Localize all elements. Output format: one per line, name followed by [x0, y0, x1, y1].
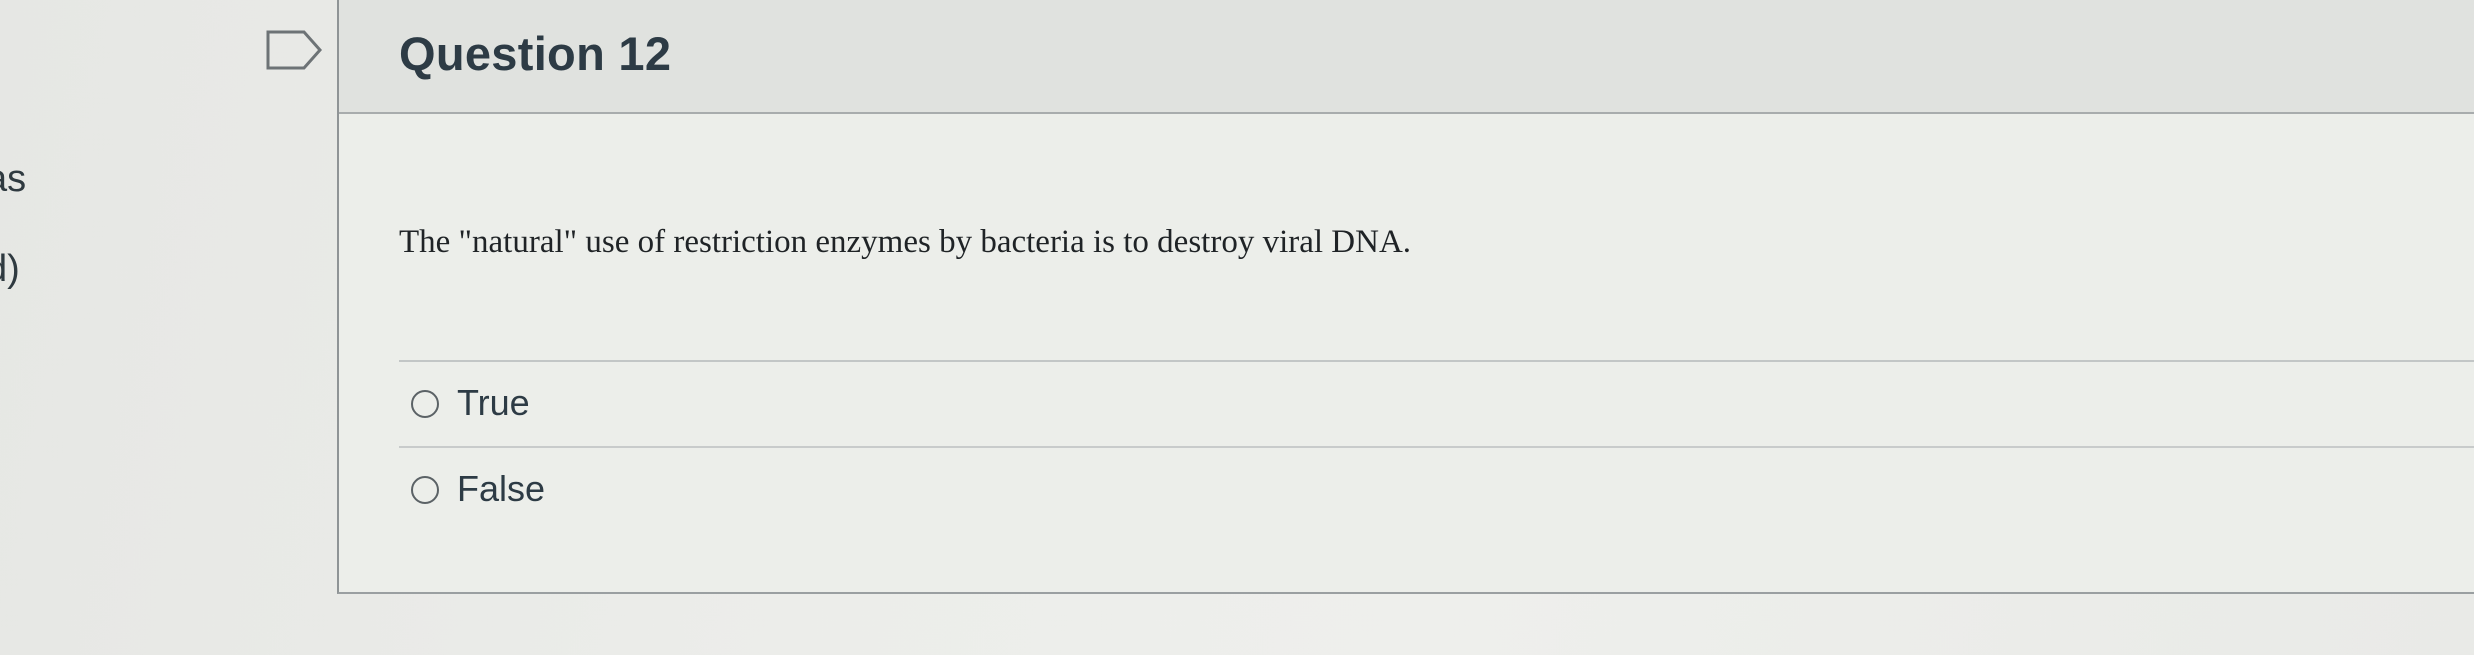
bookmark-flag-icon[interactable]	[266, 30, 324, 70]
question-header: Question 12	[339, 0, 2474, 114]
answer-option-true[interactable]: True	[399, 362, 2474, 446]
radio-button-false[interactable]	[411, 476, 439, 504]
question-text: The "natural" use of restriction enzymes…	[399, 224, 1412, 260]
answer-label[interactable]: False	[457, 468, 545, 510]
sidebar-text-fragment: as	[0, 158, 27, 200]
radio-button-true[interactable]	[411, 390, 439, 418]
question-card: Question 12 The "natural" use of restric…	[337, 0, 2474, 594]
sidebar-fragment: as d)	[0, 0, 330, 655]
question-body: The "natural" use of restriction enzymes…	[339, 114, 2474, 592]
answer-label[interactable]: True	[457, 382, 530, 424]
answer-list: True False	[399, 360, 2474, 532]
sidebar-text-fragment: d)	[0, 248, 20, 290]
answer-option-false[interactable]: False	[399, 446, 2474, 532]
question-title: Question 12	[399, 27, 672, 80]
